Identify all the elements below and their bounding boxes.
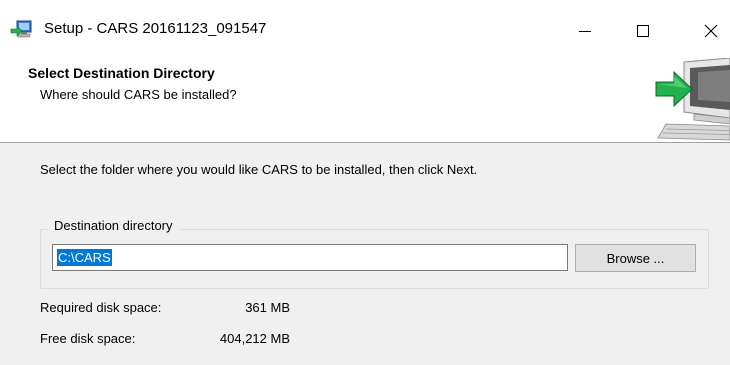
page-subtitle: Where should CARS be installed? bbox=[40, 87, 237, 102]
setup-computer-icon bbox=[10, 20, 34, 40]
wizard-header: Select Destination Directory Where shoul… bbox=[0, 58, 730, 143]
free-disk-space-value: 404,212 MB bbox=[219, 331, 290, 346]
window-title: Setup - CARS 20161123_091547 bbox=[44, 20, 267, 37]
browse-button[interactable]: Browse ... bbox=[575, 244, 696, 272]
required-disk-space-label: Required disk space: bbox=[40, 300, 162, 315]
maximize-icon bbox=[637, 25, 649, 37]
maximize-button[interactable] bbox=[620, 10, 666, 52]
minimize-icon bbox=[579, 25, 591, 37]
required-disk-space-value: 361 MB bbox=[245, 300, 290, 315]
free-disk-space-label: Free disk space: bbox=[40, 331, 136, 346]
close-button[interactable] bbox=[688, 10, 730, 52]
instruction-text: Select the folder where you would like C… bbox=[40, 162, 478, 177]
wizard-content: Select the folder where you would like C… bbox=[0, 143, 730, 365]
close-icon bbox=[704, 24, 718, 38]
install-computer-arrow-icon bbox=[654, 58, 730, 141]
title-bar[interactable]: Setup - CARS 20161123_091547 bbox=[0, 0, 730, 58]
page-title: Select Destination Directory bbox=[28, 65, 215, 81]
minimize-button[interactable] bbox=[562, 10, 608, 52]
destination-group-label: Destination directory bbox=[48, 217, 179, 235]
destination-path-input[interactable] bbox=[52, 244, 568, 271]
setup-window: Setup - CARS 20161123_091547 Select Dest… bbox=[0, 0, 730, 365]
